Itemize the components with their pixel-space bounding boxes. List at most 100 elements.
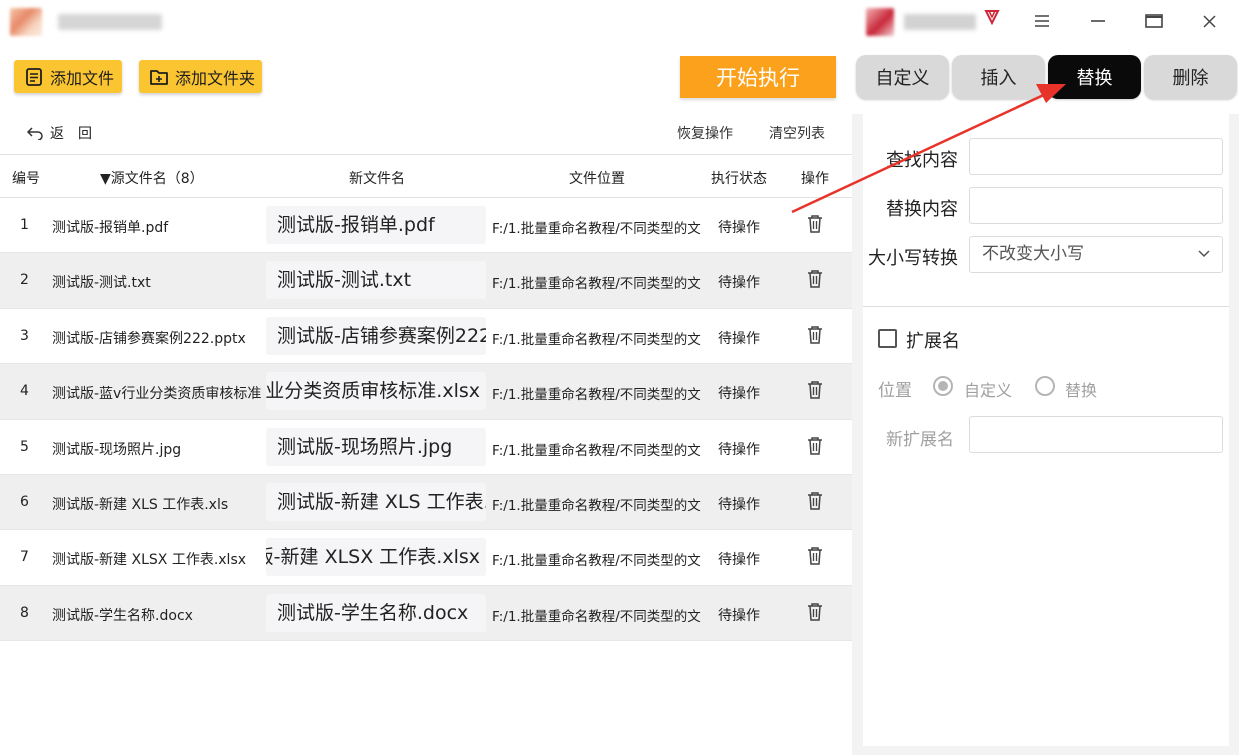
- add-folder-label: 添加文件夹: [175, 68, 256, 88]
- position-radio-replace[interactable]: [1035, 376, 1055, 396]
- row-new-name: 测试版-现场照片.jpg: [266, 427, 486, 466]
- row-new-name-text: 测试版-报销单.pdf: [277, 214, 435, 236]
- row-status: 待操作: [718, 607, 760, 624]
- case-select-value: 不改变大小写: [982, 244, 1084, 264]
- trash-icon[interactable]: [806, 436, 824, 456]
- table-header: 编号 ▼源文件名（8） 新文件名 文件位置 执行状态 操作: [0, 154, 852, 198]
- find-input[interactable]: [969, 138, 1223, 175]
- row-status: 待操作: [718, 330, 760, 347]
- clear-list-button[interactable]: 清空列表: [769, 123, 825, 143]
- case-select[interactable]: 不改变大小写: [969, 236, 1223, 273]
- position-custom-label: 自定义: [964, 381, 1013, 400]
- app-title-redacted: [58, 14, 162, 30]
- back-label: 返 回: [50, 126, 92, 142]
- trash-icon[interactable]: [806, 214, 824, 234]
- row-new-name: 测试版-新建 XLS 工作表.xls: [266, 482, 486, 521]
- user-name-redacted[interactable]: [904, 14, 976, 30]
- table-row[interactable]: 6 测试版-新建 XLS 工作表.xls 测试版-新建 XLS 工作表.xls F:/…: [0, 474, 852, 531]
- col-location: 文件位置: [569, 171, 625, 187]
- row-new-name: 测试版-报销单.pdf: [266, 206, 486, 244]
- new-ext-label: 新扩展名: [886, 430, 954, 450]
- row-location: F:/1.批量重命名教程/不同类型的文件: [492, 387, 701, 404]
- replace-label: 替换内容: [886, 199, 958, 220]
- row-location: F:/1.批量重命名教程/不同类型的文件: [492, 221, 701, 237]
- col-action: 操作: [801, 171, 829, 187]
- row-location: F:/1.批量重命名教程/不同类型的文件: [492, 276, 701, 293]
- row-num: 6: [20, 493, 29, 510]
- row-new-name-text: 测试版-蓝v行业分类资质审核标准.xlsx: [266, 380, 480, 403]
- row-location: F:/1.批量重命名教程/不同类型的文件: [492, 331, 701, 348]
- start-execute-button[interactable]: 开始执行: [680, 56, 836, 98]
- table-row[interactable]: 1 测试版-报销单.pdf 测试版-报销单.pdf F:/1.批量重命名教程/不同类型…: [0, 198, 852, 254]
- table-row[interactable]: 5 测试版-现场照片.jpg 测试版-现场照片.jpg F:/1.批量重命名教程/不同…: [0, 420, 852, 475]
- tab-insert[interactable]: 插入: [952, 55, 1045, 99]
- position-label: 位置: [878, 381, 912, 401]
- row-num: 5: [20, 438, 29, 455]
- row-status: 待操作: [718, 220, 760, 236]
- add-file-icon: [26, 67, 42, 86]
- table-body: 1 测试版-报销单.pdf 测试版-报销单.pdf F:/1.批量重命名教程/不同类型…: [0, 198, 852, 642]
- menu-icon[interactable]: [1022, 6, 1062, 36]
- row-num: 3: [20, 327, 29, 344]
- row-new-name: 测试版-蓝v行业分类资质审核标准.xlsx: [266, 372, 486, 411]
- add-file-button[interactable]: 添加文件: [14, 60, 122, 93]
- tab-replace[interactable]: 替换: [1048, 55, 1141, 99]
- restore-button[interactable]: 恢复操作: [677, 123, 733, 143]
- row-location: F:/1.批量重命名教程/不同类型的文件: [492, 442, 701, 459]
- app-logo: [10, 8, 42, 36]
- add-folder-icon: [150, 69, 168, 85]
- maximize-icon[interactable]: [1134, 6, 1174, 36]
- trash-icon[interactable]: [806, 546, 824, 566]
- col-num: 编号: [12, 171, 40, 187]
- row-source-name: 测试版-学生名称.docx: [52, 607, 193, 624]
- tab-delete[interactable]: 删除: [1144, 55, 1237, 99]
- row-source-name: 测试版-现场照片.jpg: [52, 441, 182, 458]
- row-source-name: 测试版-报销单.pdf: [52, 220, 169, 236]
- ext-label: 扩展名: [906, 331, 960, 352]
- trash-icon[interactable]: [806, 491, 824, 511]
- file-table: 编号 ▼源文件名（8） 新文件名 文件位置 执行状态 操作 1 测试版-报销单.p…: [0, 154, 852, 642]
- row-source-name: 测试版-店铺参赛案例222.pptx: [52, 330, 246, 347]
- row-source-name: 测试版-蓝v行业分类资质审核标准.xlsx: [52, 386, 262, 403]
- position-radio-custom[interactable]: [933, 376, 953, 396]
- row-source-name: 测试版-新建 XLS 工作表.xls: [52, 496, 229, 513]
- add-folder-button[interactable]: 添加文件夹: [139, 60, 262, 93]
- row-num: 1: [20, 217, 29, 233]
- col-source-sort[interactable]: ▼源文件名（8）: [100, 168, 204, 188]
- trash-icon[interactable]: [806, 380, 824, 400]
- list-action-bar: 返 回 恢复操作 清空列表: [0, 114, 852, 154]
- row-new-name: 测试版-学生名称.docx: [266, 593, 486, 632]
- position-replace-label: 替换: [1065, 381, 1098, 400]
- user-avatar[interactable]: [866, 8, 894, 36]
- trash-icon[interactable]: [806, 602, 824, 622]
- row-new-name-text: 测试版-学生名称.docx: [277, 601, 469, 624]
- table-row[interactable]: 8 测试版-学生名称.docx 测试版-学生名称.docx F:/1.批量重命名教程/…: [0, 585, 852, 642]
- row-num: 7: [20, 549, 29, 566]
- back-button[interactable]: 返 回: [26, 123, 92, 143]
- row-num: 8: [20, 604, 29, 621]
- row-new-name-text: 测试版-测试.txt: [277, 269, 412, 292]
- row-source-name: 测试版-测试.txt: [52, 275, 151, 292]
- table-row[interactable]: 4 测试版-蓝v行业分类资质审核标准.xlsx测试版-蓝v行业分类资质审核标准.x…: [0, 364, 852, 420]
- row-location: F:/1.批量重命名教程/不同类型的文件: [492, 497, 701, 514]
- add-file-label: 添加文件: [50, 68, 115, 88]
- row-new-name-text: 测试版-新建 XLSX 工作表.xlsx: [266, 546, 480, 569]
- row-num: 2: [20, 272, 29, 289]
- find-label: 查找内容: [886, 150, 958, 171]
- table-row[interactable]: 7 测试版-新建 XLSX 工作表.xlsx 测试版-新建 XLSX 工作表.xls…: [0, 530, 852, 586]
- table-row[interactable]: 2 测试版-测试.txt 测试版-测试.txt F:/1.批量重命名教程/不同类型的文…: [0, 253, 852, 309]
- replace-input[interactable]: [969, 187, 1223, 224]
- tab-custom[interactable]: 自定义: [856, 55, 949, 99]
- table-row[interactable]: 3 测试版-店铺参赛案例222.pptx 测试版-店铺参赛案例222.pptx F:/…: [0, 309, 852, 365]
- minimize-icon[interactable]: [1078, 6, 1118, 36]
- row-status: 待操作: [718, 496, 760, 513]
- close-icon[interactable]: [1189, 6, 1229, 36]
- row-new-name: 测试版-新建 XLSX 工作表.xlsx: [266, 538, 486, 577]
- title-bar: [0, 0, 1239, 44]
- row-new-name-text: 测试版-店铺参赛案例222.pptx: [277, 324, 486, 347]
- new-ext-input[interactable]: [969, 416, 1223, 453]
- ext-checkbox[interactable]: [878, 329, 897, 348]
- vip-diamond-icon[interactable]: [982, 8, 1002, 30]
- trash-icon[interactable]: [806, 325, 824, 345]
- trash-icon[interactable]: [806, 269, 824, 289]
